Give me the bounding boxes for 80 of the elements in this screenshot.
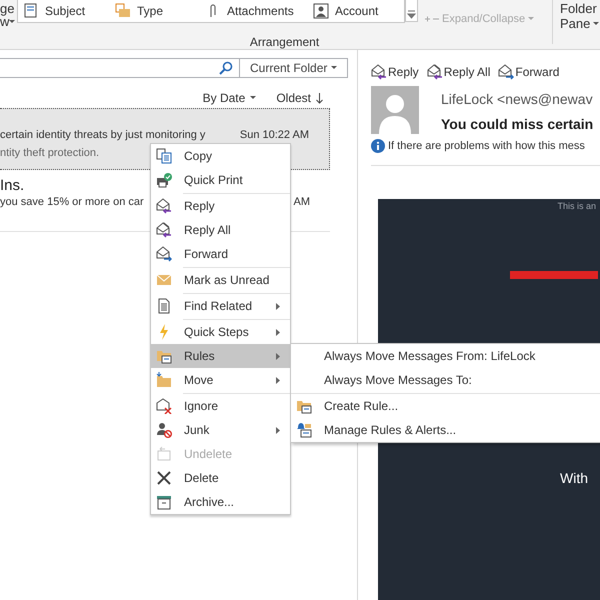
menu-item[interactable]: Delete xyxy=(151,466,290,490)
submenu-arrow-icon xyxy=(276,376,280,384)
message-subject: You could miss certain xyxy=(441,115,594,134)
ribbon-group-label: Arrangement xyxy=(248,34,320,51)
message-preview: ntity theft protection. xyxy=(0,146,100,161)
message-sender: Ins. xyxy=(0,177,24,195)
menu-item[interactable]: Quick Steps xyxy=(151,320,290,344)
printer-icon xyxy=(156,172,172,188)
submenu-arrow-icon xyxy=(276,426,280,434)
menu-item[interactable]: Reply xyxy=(151,194,290,218)
search-icon xyxy=(219,61,233,75)
caret-icon xyxy=(9,20,16,24)
caret-icon xyxy=(593,22,600,26)
info-icon xyxy=(371,139,385,154)
message-time: AM xyxy=(294,195,310,210)
message-time: Sun 10:22 AM xyxy=(240,128,309,143)
submenu-arrow-icon xyxy=(276,352,280,360)
sort-order-button[interactable]: Oldest xyxy=(276,89,323,107)
menu-item[interactable]: Quick Print xyxy=(151,168,290,192)
message-preview: certain identity threats by just monitoring y xyxy=(0,128,206,143)
email-text: With xyxy=(560,468,588,488)
search-field[interactable] xyxy=(0,58,240,78)
junk-icon xyxy=(156,422,172,438)
submenu-arrow-icon xyxy=(276,328,280,336)
reply-icon xyxy=(371,64,387,80)
menu-item[interactable]: Forward xyxy=(151,242,290,266)
forward-button[interactable]: Forward xyxy=(498,63,560,81)
reply-all-button[interactable]: Reply All xyxy=(426,63,490,81)
menu-item[interactable]: Junk xyxy=(151,418,290,442)
document-icon xyxy=(23,3,39,19)
submenu-arrow-icon xyxy=(276,302,280,310)
delete-icon xyxy=(156,470,172,486)
arrangement-option[interactable]: Type xyxy=(110,2,200,20)
document-icon xyxy=(156,298,172,314)
menu-item[interactable]: Manage Rules & Alerts... xyxy=(291,418,600,442)
folder-icon xyxy=(156,372,172,388)
folder-rules-icon xyxy=(156,348,172,364)
menu-item[interactable]: Archive... xyxy=(151,490,290,514)
ribbon-button[interactable]: w xyxy=(0,15,17,28)
menu-item[interactable]: Move xyxy=(151,368,290,392)
arrow-down-icon xyxy=(316,92,323,104)
ignore-icon xyxy=(156,398,172,414)
envelope-icon xyxy=(156,272,172,288)
email-text: This is an xyxy=(557,200,596,212)
arrangement-option[interactable]: Account xyxy=(308,2,404,20)
arrangement-option[interactable]: Attachments xyxy=(200,2,308,20)
arrangement-option[interactable]: Subject xyxy=(18,2,110,20)
forward-icon xyxy=(498,64,514,80)
menu-item[interactable]: Find Related xyxy=(151,294,290,318)
message-preview: you save 15% or more on car xyxy=(0,195,144,210)
archive-icon xyxy=(156,494,172,510)
person-card-icon xyxy=(313,3,329,19)
undelete-icon xyxy=(156,446,172,462)
menu-item[interactable]: Copy xyxy=(151,144,290,168)
envelope-icon xyxy=(115,3,131,19)
menu-item[interactable]: Always Move Messages From: LifeLock xyxy=(291,344,600,368)
caret-icon xyxy=(331,66,337,70)
caret-icon xyxy=(250,96,256,100)
plus-minus-icon xyxy=(425,16,439,22)
menu-item[interactable]: Always Move Messages To: xyxy=(291,368,600,392)
menu-item[interactable]: Ignore xyxy=(151,394,290,418)
menu-item[interactable]: Mark as Unread xyxy=(151,268,290,292)
ribbon-label: ge xyxy=(0,2,16,15)
caret-icon xyxy=(528,17,534,21)
forward-icon xyxy=(156,246,172,262)
reply-icon xyxy=(156,198,172,214)
scope-dropdown[interactable]: Current Folder xyxy=(240,58,348,78)
reply-all-icon xyxy=(426,64,443,80)
folder-rules-icon xyxy=(296,398,313,414)
copy-icon xyxy=(156,148,172,164)
reply-button[interactable]: Reply xyxy=(371,63,419,81)
reply-all-icon xyxy=(156,222,172,238)
avatar-icon xyxy=(371,86,419,134)
menu-item[interactable]: Create Rule... xyxy=(291,394,600,418)
folder-pane-button[interactable]: Folder Pane xyxy=(560,0,600,49)
bell-rules-icon xyxy=(296,422,313,438)
menu-item[interactable]: Rules xyxy=(151,344,290,368)
info-message: If there are problems with how this mess xyxy=(388,139,585,154)
sender-name: LifeLock <news@newav xyxy=(441,90,594,108)
sort-by-button[interactable]: By Date xyxy=(202,89,256,107)
